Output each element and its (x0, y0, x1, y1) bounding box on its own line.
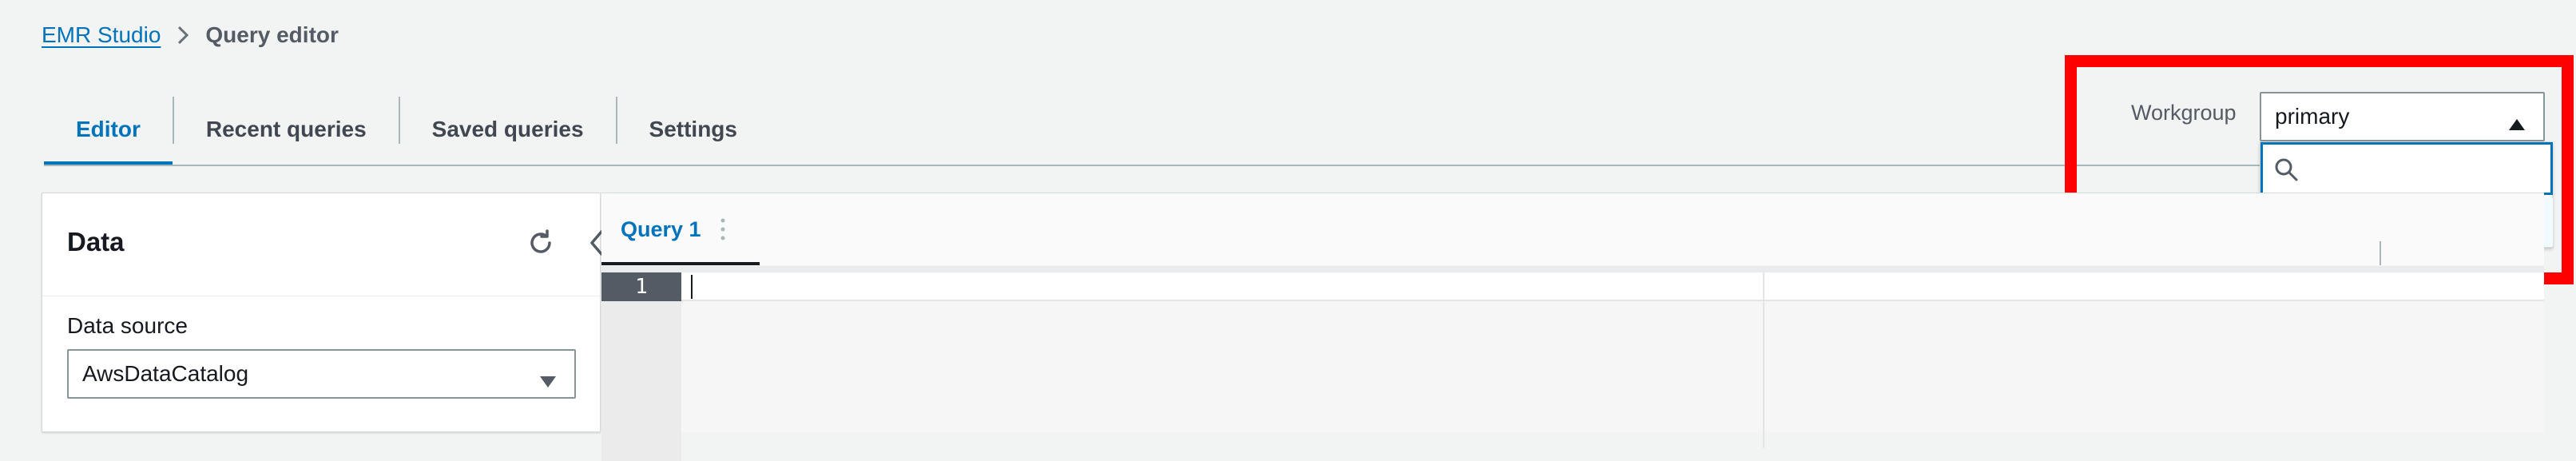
refresh-button[interactable] (523, 227, 558, 262)
tab-saved-queries[interactable]: Saved queries (400, 94, 616, 165)
breadcrumb: EMR Studio Query editor (42, 21, 339, 50)
refresh-icon (526, 229, 555, 261)
chevron-right-icon (177, 25, 189, 46)
print-margin-line (1763, 272, 1764, 448)
editor-gutter (601, 301, 681, 461)
tab-editor[interactable]: Editor (44, 94, 173, 165)
toolbar-divider (2380, 241, 2381, 265)
line-number: 1 (601, 272, 681, 301)
code-input-line[interactable] (681, 272, 2544, 301)
data-panel-title: Data (67, 227, 125, 256)
tab-recent-queries[interactable]: Recent queries (174, 94, 399, 165)
workgroup-select[interactable]: primary (2260, 92, 2545, 141)
breadcrumb-current: Query editor (205, 22, 339, 47)
tab-settings[interactable]: Settings (617, 94, 769, 165)
caret-up-icon (2508, 111, 2526, 137)
text-cursor (691, 275, 693, 299)
query-tab-label: Query 1 (621, 217, 701, 241)
query-editor: Query 1 1 (601, 193, 2544, 461)
workgroup-label: Workgroup (2131, 101, 2237, 125)
data-panel: Data Data source AwsDataCatalog (42, 193, 603, 432)
main-tabs: Editor Recent queries Saved queries Sett… (44, 94, 769, 165)
search-icon (2273, 157, 2299, 186)
workgroup-selected-value: primary (2275, 104, 2350, 129)
query-tab-bar: Query 1 (601, 193, 2544, 265)
data-source-label: Data source (67, 313, 188, 338)
more-options-icon[interactable] (720, 217, 726, 247)
caret-down-icon (539, 368, 557, 394)
breadcrumb-emr-studio-link[interactable]: EMR Studio (42, 22, 161, 48)
tabs-divider (44, 165, 2544, 166)
query-tab-divider (601, 266, 2544, 272)
query-tab[interactable]: Query 1 (601, 193, 760, 265)
data-source-select[interactable]: AwsDataCatalog (67, 349, 576, 399)
workgroup-search-field (2260, 142, 2553, 195)
data-source-value: AwsDataCatalog (82, 361, 249, 386)
workgroup-search-input[interactable] (2308, 151, 2539, 186)
